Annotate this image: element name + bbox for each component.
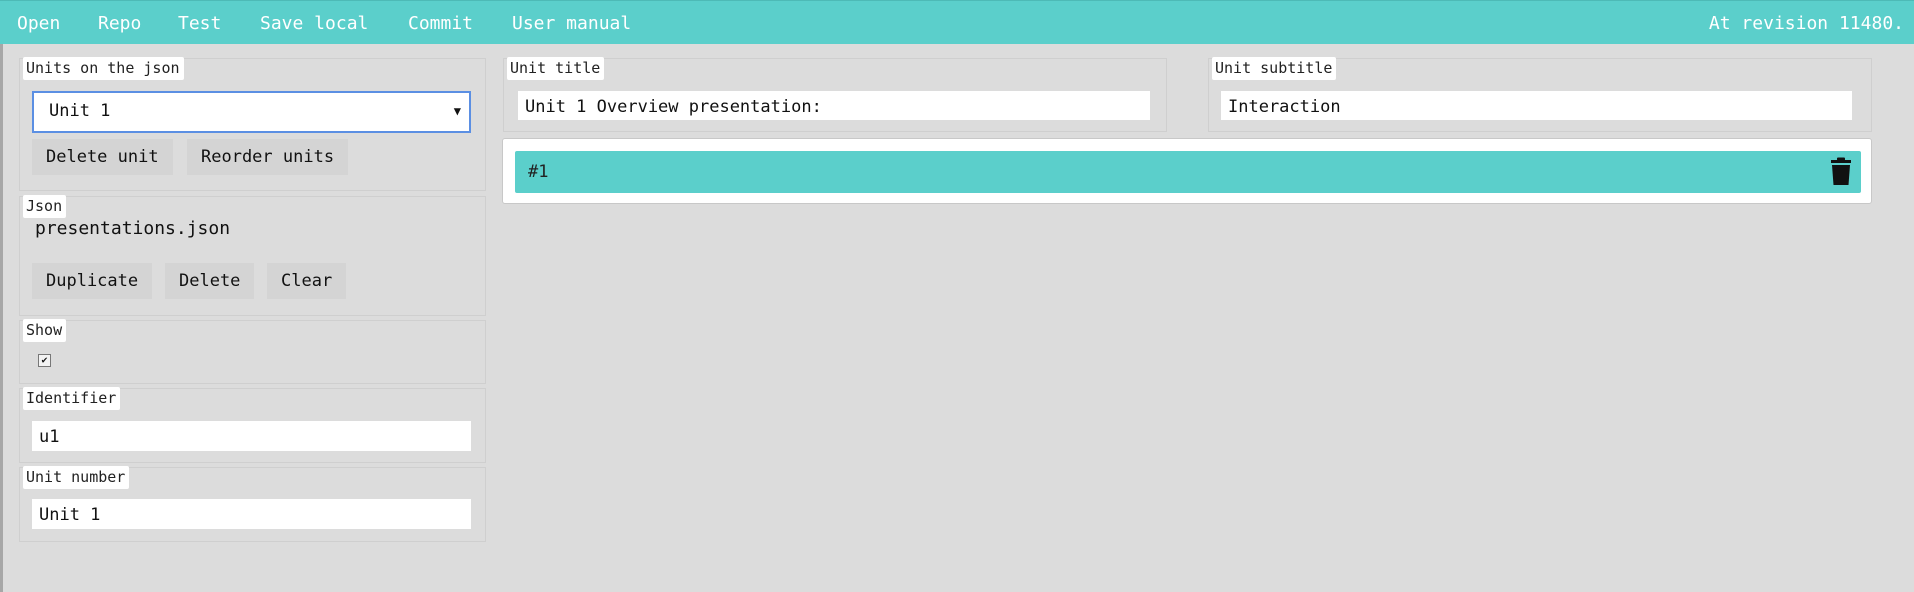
menu-user-manual[interactable]: User manual xyxy=(512,13,631,34)
dropdown-arrow-icon: ▼ xyxy=(453,104,461,118)
menu-commit[interactable]: Commit xyxy=(408,13,473,34)
clear-button[interactable]: Clear xyxy=(267,263,347,299)
json-panel: Json presentations.json Duplicate Delete… xyxy=(19,195,486,316)
unit-title-input[interactable]: Unit 1 Overview presentation: xyxy=(518,91,1150,120)
unit-title-panel-legend: Unit title xyxy=(507,57,605,80)
show-panel: Show ✔ xyxy=(19,319,486,384)
item-number-label: #1 xyxy=(528,162,549,182)
trash-icon[interactable] xyxy=(1827,157,1855,187)
duplicate-button[interactable]: Duplicate xyxy=(32,263,153,299)
show-checkbox[interactable]: ✔ xyxy=(38,354,51,367)
delete-unit-button[interactable]: Delete unit xyxy=(32,139,173,175)
unit-subtitle-panel-legend: Unit subtitle xyxy=(1212,57,1337,80)
menu-open[interactable]: Open xyxy=(17,13,60,34)
left-edge-divider xyxy=(0,44,3,592)
item-header-bar[interactable]: #1 xyxy=(515,151,1861,193)
top-menu-bar: Open Repo Test Save local Commit User ma… xyxy=(0,0,1914,44)
unit-subtitle-input[interactable]: Interaction xyxy=(1221,91,1852,120)
units-panel-legend: Units on the json xyxy=(23,57,184,80)
delete-json-button[interactable]: Delete xyxy=(165,263,255,299)
json-file-name: presentations.json xyxy=(35,218,231,239)
unit-number-panel: Unit number Unit 1 xyxy=(19,466,486,542)
identifier-input[interactable]: u1 xyxy=(32,421,471,451)
json-panel-legend: Json xyxy=(23,195,67,218)
checkmark-icon: ✔ xyxy=(41,355,48,366)
identifier-panel-legend: Identifier xyxy=(23,387,121,410)
menu-test[interactable]: Test xyxy=(178,13,221,34)
presentation-item-card: #1 xyxy=(502,138,1872,204)
reorder-units-button[interactable]: Reorder units xyxy=(187,139,349,175)
identifier-panel: Identifier u1 xyxy=(19,387,486,463)
unit-title-panel: Unit title Unit 1 Overview presentation: xyxy=(503,57,1167,132)
unit-select[interactable]: Unit 1 ▼ xyxy=(32,91,471,133)
unit-subtitle-panel: Unit subtitle Interaction xyxy=(1208,57,1872,132)
unit-select-value: Unit 1 xyxy=(49,101,111,121)
revision-status: At revision 11480. xyxy=(1708,13,1904,34)
show-panel-legend: Show xyxy=(23,319,67,342)
unit-number-panel-legend: Unit number xyxy=(23,466,130,489)
menu-save-local[interactable]: Save local xyxy=(260,13,368,34)
unit-number-input[interactable]: Unit 1 xyxy=(32,499,471,529)
menu-repo[interactable]: Repo xyxy=(98,13,141,34)
units-panel: Units on the json Unit 1 ▼ Delete unit R… xyxy=(19,57,486,191)
